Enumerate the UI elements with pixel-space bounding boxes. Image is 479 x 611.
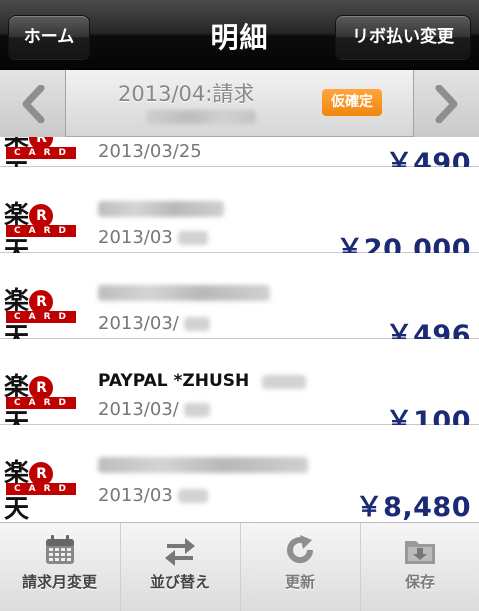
redacted-merchant-name [98, 201, 224, 217]
save-button[interactable]: 保存 [360, 523, 479, 611]
redacted-date-digits [184, 403, 210, 417]
rakuten-card-logo: 楽 R天 CARD [4, 367, 78, 437]
redacted-merchant-name [98, 457, 308, 473]
revolving-change-button[interactable]: リボ払い変更 [335, 15, 471, 59]
toolbar-label: 更新 [284, 573, 315, 591]
period-selector: 2013/04:請求 [0, 70, 479, 137]
bottom-toolbar: 請求月変更 並び替え 更新 保存 [0, 522, 479, 611]
next-month-button[interactable] [413, 70, 479, 137]
transaction-date: 2013/03/ [98, 313, 179, 334]
rakuten-card-logo: 楽 R天 CARD [4, 453, 78, 522]
transaction-amount: ￥8,480 [355, 492, 471, 522]
transaction-date: 2013/03/25 [98, 141, 202, 162]
redacted-date-digits [184, 317, 210, 331]
calendar-icon [45, 535, 74, 564]
transaction-row[interactable]: 楽 R天 CARD 2013/03 ￥8,480 [0, 425, 479, 522]
merchant-name: PAYPAL *ZHUSH [98, 371, 250, 391]
provisional-status-badge: 仮確定 [322, 89, 382, 116]
redacted-merchant-name [98, 285, 270, 301]
transaction-date: 2013/03/ [98, 399, 179, 420]
transaction-date: 2013/03 [98, 227, 173, 248]
toolbar-label: 保存 [404, 573, 435, 591]
swap-arrows-icon [165, 538, 195, 566]
transaction-row[interactable]: 楽 R天 CARD 2013/03 ￥20,000 [0, 167, 479, 265]
redacted-merchant-suffix [262, 375, 306, 389]
rakuten-card-logo: 楽 R天 CARD [4, 195, 78, 265]
refresh-icon [287, 535, 314, 564]
redacted-date-digits [178, 489, 208, 503]
billing-period-label: 2013/04:請求 [118, 82, 255, 106]
chevron-left-icon [22, 84, 44, 123]
sort-button[interactable]: 並び替え [120, 523, 239, 611]
transaction-date: 2013/03 [98, 485, 173, 506]
toolbar-label: 請求月変更 [21, 573, 97, 591]
navigation-bar: ホーム 明細 リボ払い変更 [0, 0, 479, 70]
chevron-right-icon [435, 84, 457, 123]
change-billing-month-button[interactable]: 請求月変更 [0, 523, 119, 611]
refresh-button[interactable]: 更新 [240, 523, 359, 611]
toolbar-label: 並び替え [149, 573, 210, 591]
redacted-date-digits [178, 231, 208, 245]
transaction-row[interactable]: 楽天楽R天 CARD 2013/03/25 ￥490 [0, 137, 479, 187]
transaction-row[interactable]: 楽 R天 CARD 2013/03/ ￥496 [0, 253, 479, 351]
transaction-row[interactable]: 楽 R天 CARD PAYPAL *ZHUSH 2013/03/ ￥100 [0, 339, 479, 437]
rakuten-card-logo: 楽天楽R天 CARD [4, 137, 78, 187]
redacted-billing-detail [146, 110, 256, 124]
previous-month-button[interactable] [0, 70, 66, 137]
rakuten-card-logo: 楽 R天 CARD [4, 281, 78, 351]
save-folder-icon [405, 541, 435, 564]
transaction-list: 楽天楽R天 CARD 2013/03/25 ￥490 楽R天 CARD 2013… [0, 137, 479, 522]
